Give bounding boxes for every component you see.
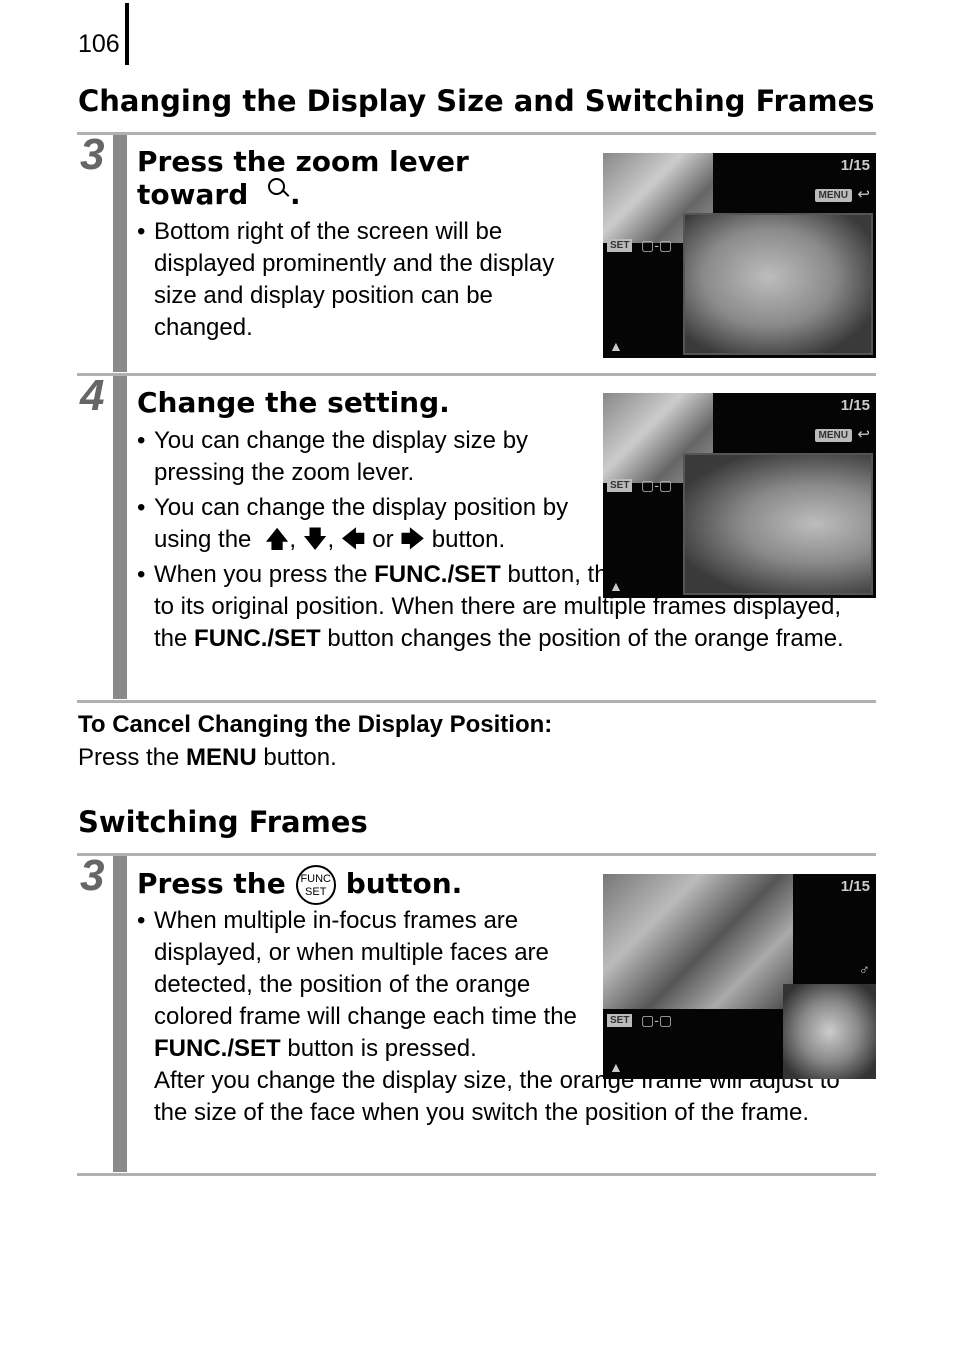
frame-link-icon: ▢-▢ <box>641 1012 673 1028</box>
frame-link-icon: ▢-▢ <box>641 477 673 493</box>
bullet-item: • You can change the display size by pres… <box>137 427 529 486</box>
page-number-divider <box>125 3 129 65</box>
step-body: • Bottom right of the screen will be disp… <box>137 216 587 344</box>
icon-text: SET <box>305 886 327 898</box>
arrow-left-icon: 🡄 <box>340 526 366 553</box>
return-icon: ↩ <box>857 426 870 443</box>
step-number: 3 <box>80 851 105 900</box>
divider <box>77 132 876 135</box>
zoomed-face-image <box>783 984 876 1079</box>
page-number: 106 <box>78 30 120 58</box>
divider <box>77 853 876 856</box>
button-name: MENU <box>186 744 257 771</box>
set-label: SET <box>607 239 633 252</box>
section-title: Switching Frames <box>78 805 368 839</box>
bullet-item: • When multiple in-focus frames are displ… <box>137 907 577 1062</box>
face-select-icon: ♂ <box>858 962 870 979</box>
text: button. <box>256 744 337 771</box>
camera-screen: 1/15 ♂ SET ▢-▢ ▲ <box>603 874 876 1079</box>
step-body: • You can change the display size by pres… <box>137 425 577 559</box>
text: Press the <box>78 744 187 771</box>
step-number: 3 <box>80 130 105 179</box>
step-body: • When multiple in-focus frames are displ… <box>137 905 582 1065</box>
image-counter: 1/15 <box>840 157 870 174</box>
menu-label: MENU <box>814 429 852 442</box>
playback-mode-icon: ▲ <box>609 1059 623 1075</box>
step-heading: Press the FUNC SET button. <box>137 862 462 906</box>
cancel-text: Press the MENU button. <box>78 742 337 774</box>
heading-line: Press the zoom lever <box>137 145 469 178</box>
group-photo-image <box>603 874 793 1009</box>
icon-text: FUNC <box>300 873 331 885</box>
subheading: To Cancel Changing the Display Position: <box>78 711 553 738</box>
step-bar <box>113 135 127 372</box>
heading-line: toward . <box>137 178 301 211</box>
section-title: Changing the Display Size and Switching … <box>78 84 875 118</box>
image-counter: 1/15 <box>840 878 870 895</box>
camera-screen: 1/15 MENU ↩ SET ▢-▢ ▲ <box>603 393 876 598</box>
image-counter: 1/15 <box>840 397 870 414</box>
step-heading: Press the zoom lever toward . <box>137 146 469 211</box>
func-set-button-icon: FUNC SET <box>295 865 336 905</box>
magnify-icon <box>267 178 290 200</box>
button-name: FUNC./SET <box>194 625 321 652</box>
bullet-text: Bottom right of the screen will be displ… <box>154 218 555 341</box>
divider <box>77 700 876 703</box>
bullet-item: • You can change the display position by … <box>137 494 569 553</box>
step-number: 4 <box>80 371 105 420</box>
divider <box>77 1173 876 1176</box>
bullet-text: button. <box>431 526 506 553</box>
playback-mode-icon: ▲ <box>609 578 623 594</box>
menu-label: MENU <box>814 189 852 202</box>
arrow-down-icon: 🡇 <box>302 526 328 553</box>
camera-screen: 1/15 MENU ↩ SET ▢-▢ ▲ <box>603 153 876 358</box>
step-bar <box>113 856 127 1172</box>
set-label: SET <box>607 479 633 492</box>
button-name: FUNC./SET <box>154 1035 281 1062</box>
arrow-right-icon: 🡆 <box>400 526 426 553</box>
bullet-text: When you press the <box>154 561 375 588</box>
set-label: SET <box>607 1014 633 1027</box>
bullet-item: • Bottom right of the screen will be disp… <box>137 218 555 341</box>
bullet-text: button is pressed. <box>280 1035 477 1062</box>
heading-text: button. <box>345 867 463 900</box>
zoomed-face-image <box>683 213 873 355</box>
bullet-text: button changes the position of the orang… <box>320 625 844 652</box>
step-heading: Change the setting. <box>137 386 450 419</box>
bullet-text: When multiple in-focus frames are displa… <box>154 907 577 1030</box>
playback-mode-icon: ▲ <box>609 338 623 354</box>
step-bar <box>113 376 127 699</box>
return-icon: ↩ <box>857 186 870 203</box>
arrow-up-icon: 🡅 <box>258 526 290 553</box>
heading-text: Press the <box>137 867 286 900</box>
or-text: or <box>372 526 394 553</box>
heading-text: toward <box>137 178 249 211</box>
frame-link-icon: ▢-▢ <box>641 237 673 253</box>
bullet-text: You can change the display size by press… <box>154 427 529 486</box>
zoomed-face-image <box>683 453 873 595</box>
button-name: FUNC./SET <box>374 561 501 588</box>
divider <box>77 373 876 376</box>
